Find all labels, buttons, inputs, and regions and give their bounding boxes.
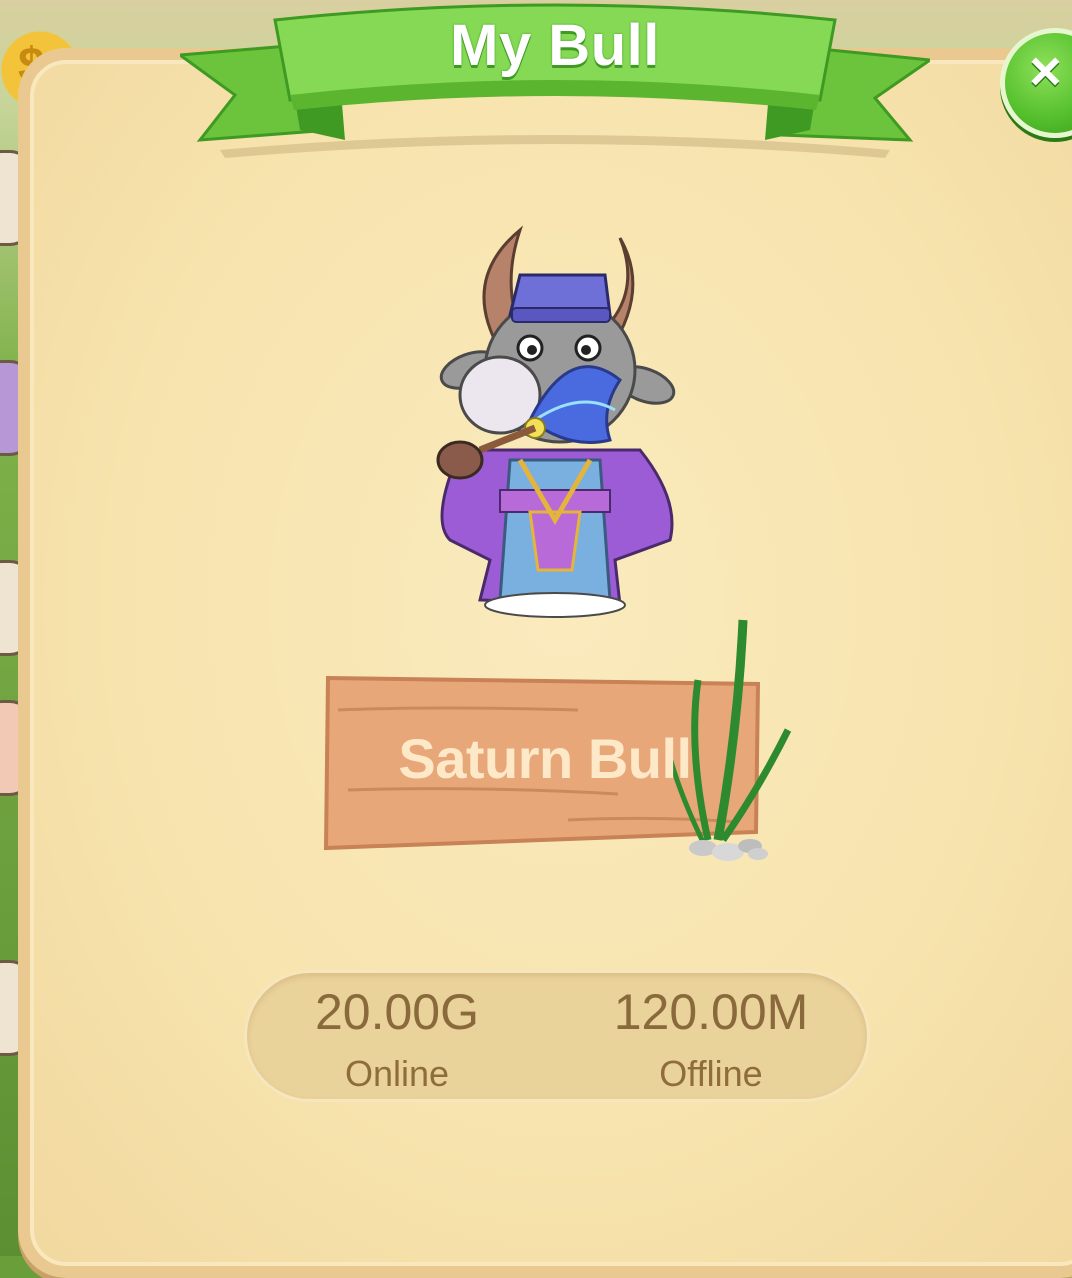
- title-ribbon: My Bull: [180, 0, 930, 170]
- dialog-title: My Bull: [450, 13, 660, 78]
- earnings-stats: 20.00G Online 120.00M Offline: [244, 970, 870, 1102]
- close-icon: ×: [1029, 39, 1062, 102]
- bull-character-illustration: [420, 220, 690, 620]
- offline-value: 120.00M: [613, 984, 809, 1040]
- online-value: 20.00G: [314, 984, 479, 1040]
- online-label: Online: [344, 1053, 450, 1094]
- online-earnings: 20.00G Online: [247, 973, 547, 1095]
- offline-label: Offline: [659, 1053, 763, 1094]
- bull-name-sign: Saturn Bull: [318, 610, 798, 870]
- offline-earnings: 120.00M Offline: [561, 973, 861, 1095]
- bull-name: Saturn Bull: [398, 727, 692, 790]
